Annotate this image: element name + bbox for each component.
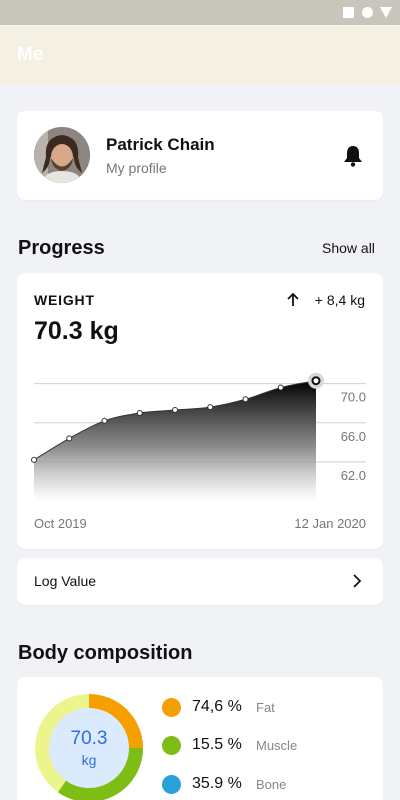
data-point-selected[interactable] xyxy=(311,376,321,386)
data-point[interactable] xyxy=(101,417,108,424)
weight-area xyxy=(34,380,316,501)
show-all-link[interactable]: Show all xyxy=(322,240,375,256)
page-title: Me xyxy=(17,44,44,65)
data-point[interactable] xyxy=(242,396,249,403)
body-composition-card[interactable]: 70.3 kg 74,6 % Fat 15.5 % Muscle 35.9 % … xyxy=(17,677,383,800)
weight-delta-value: + 8,4 kg xyxy=(314,292,365,308)
y-tick-label: 70.0 xyxy=(341,390,366,405)
bone-dot xyxy=(162,775,181,794)
x-axis-end-label: 12 Jan 2020 xyxy=(294,516,366,531)
legend-name: Bone xyxy=(256,777,287,792)
data-point[interactable] xyxy=(66,435,73,442)
bell-icon[interactable] xyxy=(342,144,364,168)
fat-dot xyxy=(162,698,181,717)
back-icon xyxy=(380,7,392,18)
body-composition-title: Body composition xyxy=(18,642,193,664)
status-bar xyxy=(0,0,400,25)
profile-name: Patrick Chain xyxy=(106,135,215,154)
profile-card[interactable]: Patrick Chain My profile xyxy=(17,111,383,200)
log-value-button[interactable]: Log Value xyxy=(17,558,383,605)
data-point[interactable] xyxy=(31,456,37,463)
home-icon xyxy=(362,7,373,18)
log-value-label: Log Value xyxy=(34,573,97,589)
weight-chart: 70.0 66.0 62.0 xyxy=(31,372,366,501)
arrow-up-icon xyxy=(287,293,299,306)
recents-icon xyxy=(343,7,354,18)
data-point[interactable] xyxy=(172,407,178,414)
data-point[interactable] xyxy=(207,404,214,411)
muscle-dot xyxy=(162,736,181,755)
data-point[interactable] xyxy=(136,409,143,416)
weight-delta: + 8,4 kg xyxy=(287,292,365,308)
chevron-right-icon xyxy=(353,574,362,588)
donut-center-value: 70.3 xyxy=(70,728,108,749)
legend-name: Muscle xyxy=(256,738,298,753)
legend-name: Fat xyxy=(256,700,275,715)
app-bar: Me xyxy=(0,25,400,85)
weight-card[interactable]: 70.0 66.0 62.0 WEIGHT + 8,4 kg 70.3 kg Oct… xyxy=(17,273,383,549)
profile-subtitle: My profile xyxy=(106,160,167,176)
progress-title: Progress xyxy=(18,237,105,259)
data-point[interactable] xyxy=(277,384,284,391)
avatar xyxy=(34,127,90,183)
weight-label: WEIGHT xyxy=(34,292,95,308)
legend-pct: 74,6 % xyxy=(192,698,242,715)
x-axis-start-label: Oct 2019 xyxy=(34,516,87,531)
y-tick-label: 62.0 xyxy=(341,468,366,483)
donut-center-unit: kg xyxy=(81,752,97,768)
legend-pct: 35.9 % xyxy=(192,775,242,792)
y-tick-label: 66.0 xyxy=(341,429,366,444)
weight-value: 70.3 kg xyxy=(34,317,119,345)
legend-pct: 15.5 % xyxy=(192,736,242,753)
